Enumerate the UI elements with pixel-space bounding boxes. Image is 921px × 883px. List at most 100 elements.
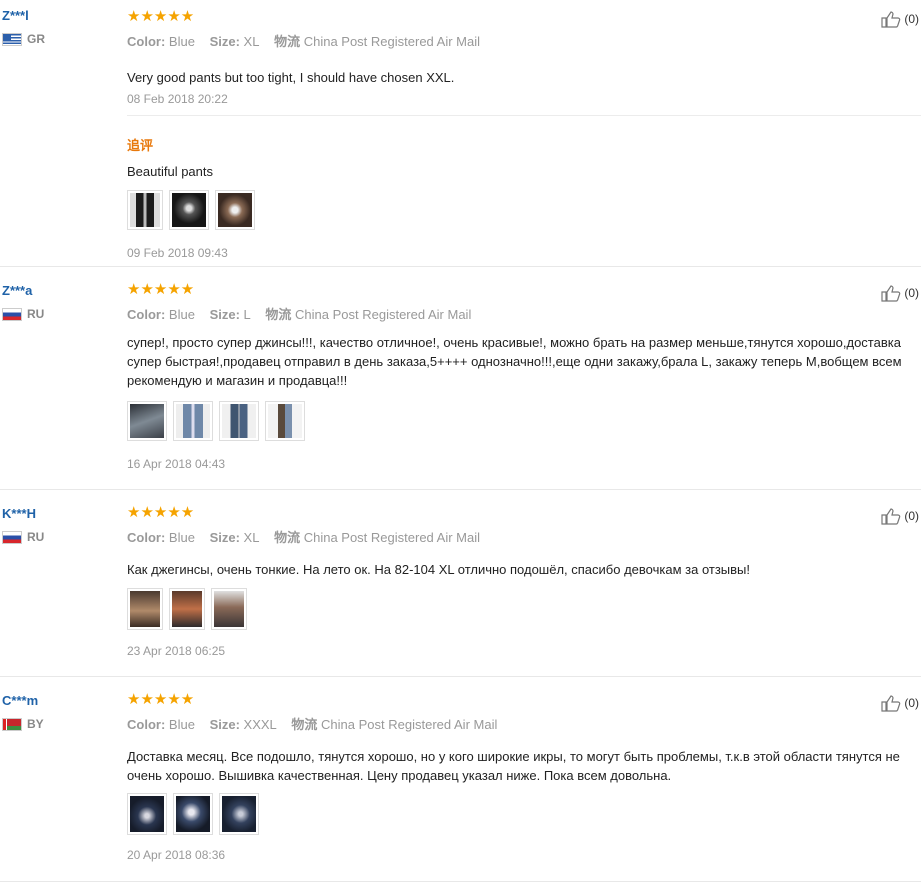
- helpful-count: (0): [904, 696, 919, 710]
- size-label: Size:: [209, 717, 240, 732]
- color-label: Color:: [127, 34, 166, 49]
- size-value: XXXL: [243, 717, 277, 732]
- size-value: XL: [243, 530, 260, 545]
- star-rating: ★★★★★: [127, 691, 195, 708]
- review-text: Very good pants but too tight, I should …: [127, 70, 455, 85]
- review-photos: [127, 793, 921, 835]
- review-photos: [127, 401, 921, 441]
- jeans-photo-3[interactable]: [219, 401, 259, 441]
- embroidery-photo[interactable]: [169, 190, 209, 230]
- helpful-button[interactable]: (0): [881, 284, 919, 302]
- review-content: ★★★★★ Color: Blue Size: XL 物流 China Post…: [127, 504, 921, 658]
- jeans-photo-2[interactable]: [173, 401, 213, 441]
- reviewer-info: K***H RU: [2, 506, 112, 544]
- thumbs-up-icon: [881, 508, 901, 525]
- review-content: ★★★★★ Color: Blue Size: L 物流 China Post …: [127, 281, 921, 471]
- review-item: Z***l GR ★★★★★ Color: Blue Size: XL 物流 C…: [0, 0, 921, 267]
- size-label: Size:: [209, 530, 240, 545]
- shipping-label: 物流: [274, 34, 301, 49]
- color-value: Blue: [168, 717, 195, 732]
- size-value: L: [243, 307, 251, 322]
- country-code: RU: [27, 307, 45, 321]
- review-content: ★★★★★ Color: Blue Size: XL 物流 China Post…: [127, 8, 921, 260]
- thumbs-up-icon: [881, 285, 901, 302]
- followup-date: 09 Feb 2018 09:43: [127, 246, 228, 260]
- shipping-value: China Post Registered Air Mail: [303, 530, 481, 545]
- embroidered-jeans-photo-3[interactable]: [219, 793, 259, 835]
- order-attributes: Color: Blue Size: L 物流 China Post Regist…: [127, 304, 921, 323]
- order-attributes: Color: Blue Size: XL 物流 China Post Regis…: [127, 31, 921, 50]
- review-text: Доставка месяц. Все подошло, тянутся хор…: [127, 749, 900, 783]
- followup-text: Beautiful pants: [127, 164, 214, 179]
- country-code: BY: [27, 717, 44, 731]
- reviewer-name[interactable]: K***H: [2, 506, 112, 521]
- embroidery-closeup-photo[interactable]: [215, 190, 255, 230]
- followup-photos: [127, 190, 921, 230]
- dark-jeans-photo[interactable]: [127, 190, 163, 230]
- russia-flag-icon: [2, 307, 22, 321]
- jeans-photo-4[interactable]: [265, 401, 305, 441]
- size-label: Size:: [209, 34, 240, 49]
- reviewer-country: GR: [2, 32, 112, 46]
- review-item: Z***a RU ★★★★★ Color: Blue Size: L 物流 Ch…: [0, 267, 921, 490]
- color-label: Color:: [127, 717, 166, 732]
- color-value: Blue: [168, 530, 195, 545]
- reviewer-country: BY: [2, 717, 112, 731]
- review-item: C***m BY ★★★★★ Color: Blue Size: XXXL 物流…: [0, 677, 921, 882]
- reviewer-country: RU: [2, 307, 112, 321]
- review-date: 16 Apr 2018 04:43: [127, 457, 226, 471]
- shipping-value: China Post Registered Air Mail: [321, 717, 498, 732]
- reviewer-info: Z***l GR: [2, 8, 112, 46]
- followup-title: 追评: [127, 138, 154, 153]
- followup-divider: [127, 115, 921, 116]
- thumbs-up-icon: [881, 11, 901, 28]
- reviewer-country: RU: [2, 530, 112, 544]
- thumbs-up-icon: [881, 695, 901, 712]
- review-text: Как джегинсы, очень тонкие. На лето ок. …: [127, 562, 751, 577]
- helpful-count: (0): [904, 509, 919, 523]
- color-value: Blue: [168, 307, 195, 322]
- star-rating: ★★★★★: [127, 281, 195, 298]
- helpful-count: (0): [904, 286, 919, 300]
- helpful-button[interactable]: (0): [881, 10, 919, 28]
- order-attributes: Color: Blue Size: XXXL 物流 China Post Reg…: [127, 714, 921, 733]
- review-content: ★★★★★ Color: Blue Size: XXXL 物流 China Po…: [127, 691, 921, 862]
- embroidered-jeans-photo-1[interactable]: [127, 793, 167, 835]
- review-date: 20 Apr 2018 08:36: [127, 848, 226, 862]
- russia-flag-icon: [2, 530, 22, 544]
- greece-flag-icon: [2, 32, 22, 46]
- reviewer-info: Z***a RU: [2, 283, 112, 321]
- country-code: RU: [27, 530, 45, 544]
- review-item: K***H RU ★★★★★ Color: Blue Size: XL 物流 C…: [0, 490, 921, 677]
- shipping-label: 物流: [291, 717, 318, 732]
- review-date: 23 Apr 2018 06:25: [127, 644, 226, 658]
- reviewer-info: C***m BY: [2, 693, 112, 731]
- star-rating: ★★★★★: [127, 504, 195, 521]
- shipping-label: 物流: [265, 307, 292, 322]
- shipping-value: China Post Registered Air Mail: [303, 34, 481, 49]
- embroidered-jeans-photo-2[interactable]: [173, 793, 213, 835]
- reviewer-name[interactable]: C***m: [2, 693, 112, 708]
- star-rating: ★★★★★: [127, 8, 195, 25]
- reviewer-name[interactable]: Z***a: [2, 283, 112, 298]
- country-code: GR: [27, 32, 45, 46]
- review-photos: [127, 588, 921, 630]
- shipping-value: China Post Registered Air Mail: [295, 307, 472, 322]
- order-attributes: Color: Blue Size: XL 物流 China Post Regis…: [127, 527, 921, 546]
- size-label: Size:: [209, 307, 240, 322]
- mirror-photo-3[interactable]: [211, 588, 247, 630]
- jeans-photo-1[interactable]: [127, 401, 167, 441]
- helpful-button[interactable]: (0): [881, 507, 919, 525]
- color-label: Color:: [127, 530, 166, 545]
- shipping-label: 物流: [274, 530, 301, 545]
- mirror-photo-2[interactable]: [169, 588, 205, 630]
- size-value: XL: [243, 34, 260, 49]
- color-value: Blue: [168, 34, 195, 49]
- reviewer-name[interactable]: Z***l: [2, 8, 112, 23]
- helpful-button[interactable]: (0): [881, 694, 919, 712]
- review-text: супер!, просто супер джинсы!!!, качество…: [127, 335, 902, 388]
- belarus-flag-icon: [2, 717, 22, 731]
- mirror-photo-1[interactable]: [127, 588, 163, 630]
- helpful-count: (0): [904, 12, 919, 26]
- color-label: Color:: [127, 307, 166, 322]
